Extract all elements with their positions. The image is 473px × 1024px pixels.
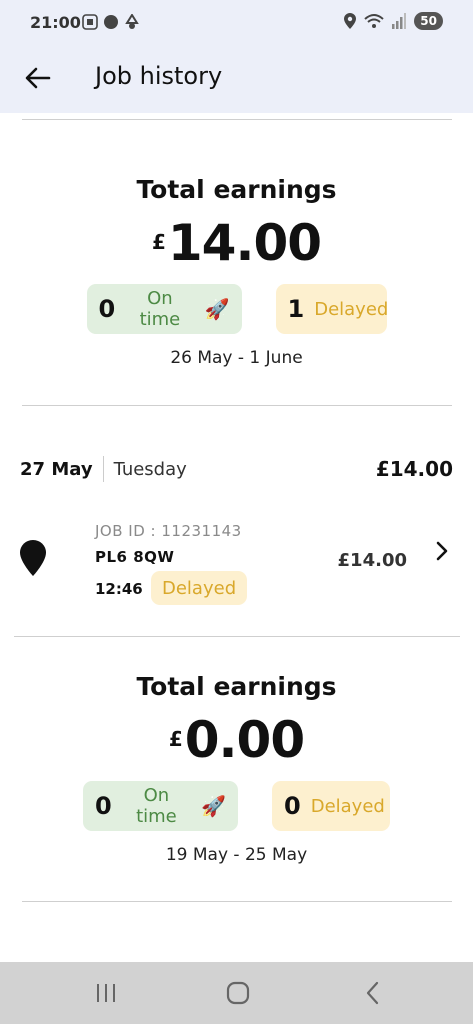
status-badges: 0 On time 🚀 0 Delayed <box>0 781 473 831</box>
currency-symbol: £ <box>168 727 183 751</box>
total-earnings-title: Total earnings <box>136 175 337 204</box>
status-badges: 0 On time 🚀 1 Delayed <box>0 284 473 334</box>
delayed-label: Delayed <box>314 298 389 320</box>
recent-apps-icon <box>97 984 115 1002</box>
screenshot-icon <box>82 14 98 30</box>
signal-icon <box>392 13 407 29</box>
total-earnings-title: Total earnings <box>136 672 337 701</box>
day-separator <box>102 456 104 482</box>
week-summary: Total earnings £ 0.00 0 On time 🚀 0 Dela… <box>0 672 473 865</box>
date-range: 19 May - 25 May <box>165 845 308 865</box>
job-status-badge: Delayed <box>151 571 248 605</box>
top-bar: 21:00 50 Job history <box>0 0 473 113</box>
location-icon <box>344 13 357 29</box>
total-earnings-amount: £ 14.00 <box>0 216 473 270</box>
job-time: 12:46 <box>95 580 143 598</box>
date-range: 26 May - 1 June <box>170 348 303 368</box>
divider <box>22 405 452 406</box>
job-amount: £14.00 <box>337 550 407 571</box>
job-id: JOB ID : 11231143 <box>95 522 242 540</box>
status-time: 21:00 <box>30 13 81 32</box>
status-icons-right: 50 <box>344 12 443 30</box>
system-nav-bar <box>0 962 473 1024</box>
delayed-count: 1 <box>287 295 305 323</box>
day-total: £14.00 <box>375 457 453 481</box>
on-time-badge: 0 On time 🚀 <box>83 781 238 831</box>
home-button[interactable] <box>218 980 258 1006</box>
on-time-badge: 0 On time 🚀 <box>86 284 242 334</box>
delayed-label: Delayed <box>310 795 385 817</box>
wifi-icon <box>364 14 384 28</box>
app-bar: Job history <box>0 48 473 108</box>
back-button[interactable] <box>18 60 58 96</box>
total-earnings-amount: £ 0.00 <box>0 713 473 767</box>
day-header: 27 May Tuesday £14.00 <box>20 453 453 485</box>
recycle-icon <box>125 14 139 29</box>
currency-symbol: £ <box>151 230 166 254</box>
recent-apps-button[interactable] <box>86 980 126 1006</box>
day-date: 27 May <box>20 458 93 480</box>
divider <box>14 636 460 637</box>
job-postcode: PL6 8QW <box>95 548 175 566</box>
status-icons-left <box>82 14 140 30</box>
back-nav-button[interactable] <box>352 980 392 1006</box>
amount-value: 14.00 <box>167 214 322 272</box>
delayed-count: 0 <box>284 792 301 820</box>
amount-value: 0.00 <box>184 711 305 769</box>
divider <box>22 901 452 902</box>
battery-badge: 50 <box>414 12 443 30</box>
delayed-badge: 1 Delayed <box>275 284 389 334</box>
status-bar: 21:00 50 <box>0 0 473 48</box>
back-nav-icon <box>366 981 379 1005</box>
on-time-label: On time <box>136 785 177 827</box>
chevron-right-icon[interactable] <box>435 540 449 562</box>
home-icon <box>226 981 250 1005</box>
on-time-label: On time <box>139 288 181 330</box>
rocket-icon: 🚀 <box>204 297 230 321</box>
map-pin-icon <box>20 540 46 576</box>
page-title: Job history <box>95 62 223 90</box>
on-time-count: 0 <box>95 792 112 820</box>
day-weekday: Tuesday <box>113 458 187 480</box>
delayed-badge: 0 Delayed <box>272 781 390 831</box>
on-time-count: 0 <box>98 295 116 323</box>
job-list-item[interactable]: JOB ID : 11231143 PL6 8QW 12:46 Delayed … <box>0 510 473 620</box>
divider <box>22 119 452 120</box>
arrow-left-icon <box>25 67 51 89</box>
record-icon <box>104 15 118 29</box>
week-summary: Total earnings £ 14.00 0 On time 🚀 1 Del… <box>0 175 473 368</box>
rocket-icon: 🚀 <box>201 794 226 818</box>
